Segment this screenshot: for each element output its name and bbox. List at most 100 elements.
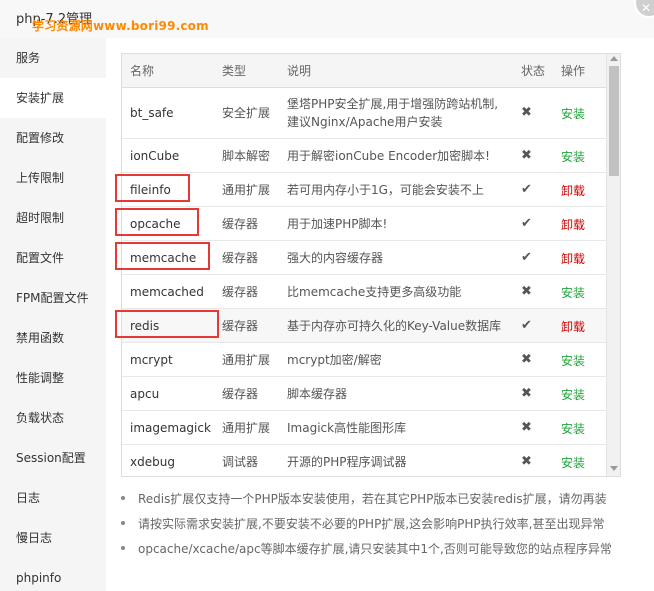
sidebar-item[interactable]: 慢日志: [0, 518, 106, 558]
extension-type: 缓存器: [222, 285, 259, 299]
table-row: memcache 缓存器 强大的内容缓存器 ✔ 卸载: [122, 241, 606, 275]
not-installed-x-icon: ✖: [521, 454, 532, 469]
sidebar-item[interactable]: Session配置: [0, 438, 106, 478]
extension-description: 用于解密ionCube Encoder加密脚本!: [287, 149, 490, 163]
watermark-text: 学习资源网www.bori99.com: [32, 19, 209, 33]
extension-description-line2: 建议Nginx/Apache用户安装: [287, 115, 443, 129]
extension-description: mcrypt加密/解密: [287, 353, 382, 367]
table-row: ionCube 脚本解密 用于解密ionCube Encoder加密脚本! ✖ 安装: [122, 139, 606, 173]
sidebar-item[interactable]: 超时限制: [0, 198, 106, 238]
header-action: 操作: [561, 64, 586, 78]
extension-type: 缓存器: [222, 251, 259, 265]
extension-name: memcached: [130, 285, 204, 299]
table-row: redis 缓存器 基于内存亦可持久化的Key-Value数据库 ✔ 卸载: [122, 309, 606, 343]
install-button[interactable]: 安装: [561, 386, 585, 403]
table-row: fileinfo 通用扩展 若可用内存小于1G，可能会安装不上 ✔ 卸载: [122, 173, 606, 207]
extension-type: 通用扩展: [222, 353, 271, 367]
sidebar-nav: 服务 安装扩展 配置修改 上传限制 超时限制 配置文件 FPM配置文件 禁用函数 性能调整 负载状…: [0, 38, 106, 591]
extension-description: 开源的PHP程序调试器: [287, 455, 407, 469]
extension-name: fileinfo: [130, 183, 171, 197]
not-installed-x-icon: ✖: [521, 105, 532, 120]
extension-type: 脚本解密: [222, 149, 271, 163]
extension-description: 用于加速PHP脚本!: [287, 217, 388, 231]
extension-type: 安全扩展: [222, 106, 271, 120]
extension-name: imagemagick: [130, 421, 211, 435]
table-row: imagemagick 通用扩展 Imagick高性能图形库 ✖ 安装: [122, 411, 606, 445]
sidebar-item[interactable]: 安装扩展: [0, 78, 106, 118]
note-text: opcache/xcache/apc等脚本缓存扩展,请只安装其中1个,否则可能导…: [138, 542, 612, 556]
extension-type: 缓存器: [222, 387, 259, 401]
header-name: 名称: [130, 64, 155, 78]
bullet-icon: [121, 521, 125, 525]
close-icon: ✕: [641, 1, 652, 15]
installed-check-icon: ✔: [521, 318, 532, 333]
scroll-up-arrow-icon[interactable]: [610, 56, 618, 61]
uninstall-button[interactable]: 卸载: [561, 216, 585, 233]
sidebar-item[interactable]: phpinfo: [0, 558, 106, 591]
extension-type: 调试器: [222, 455, 259, 469]
installed-check-icon: ✔: [521, 182, 532, 197]
extension-description: 若可用内存小于1G，可能会安装不上: [287, 183, 484, 197]
not-installed-x-icon: ✖: [521, 148, 532, 163]
header-desc: 说明: [287, 64, 312, 78]
table-row: bt_safe 安全扩展 堡塔PHP安全扩展,用于增强防跨站机制, 建议Nginx/A…: [122, 88, 606, 139]
uninstall-button[interactable]: 卸载: [561, 318, 585, 335]
table-row: opcache 缓存器 用于加速PHP脚本! ✔ 卸载: [122, 207, 606, 241]
extension-description: 脚本缓存器: [287, 387, 348, 401]
scroll-down-arrow-icon[interactable]: [610, 466, 618, 471]
uninstall-button[interactable]: 卸载: [561, 182, 585, 199]
extension-description: Imagick高性能图形库: [287, 421, 407, 435]
extensions-table: 名称 类型 说明 状态 操作 bt_safe 安全扩展 堡塔PHP安全扩展,用于增强…: [121, 53, 621, 477]
extension-description: 比memcache支持更多高级功能: [287, 285, 462, 299]
not-installed-x-icon: ✖: [521, 284, 532, 299]
sidebar-item[interactable]: 日志: [0, 478, 106, 518]
sidebar-item[interactable]: 配置修改: [0, 118, 106, 158]
install-button[interactable]: 安装: [561, 148, 585, 165]
sidebar-item[interactable]: 禁用函数: [0, 318, 106, 358]
extension-name: bt_safe: [130, 106, 174, 120]
extension-name: ionCube: [130, 149, 180, 163]
extension-type: 缓存器: [222, 217, 259, 231]
sidebar-item[interactable]: 上传限制: [0, 158, 106, 198]
install-button[interactable]: 安装: [561, 352, 585, 369]
extension-name: mcrypt: [130, 353, 173, 367]
extension-type: 缓存器: [222, 319, 259, 333]
installed-check-icon: ✔: [521, 216, 532, 231]
extension-name: memcache: [130, 251, 197, 265]
install-button[interactable]: 安装: [561, 284, 585, 301]
note-text: Redis扩展仅支持一个PHP版本安装使用，若在其它PHP版本已安装redis扩…: [138, 492, 607, 506]
extension-description: 强大的内容缓存器: [287, 251, 384, 265]
sidebar-item[interactable]: FPM配置文件: [0, 278, 106, 318]
sidebar-item[interactable]: 负载状态: [0, 398, 106, 438]
table-scrollbar[interactable]: [606, 54, 620, 476]
extension-name: apcu: [130, 387, 160, 401]
header-type: 类型: [222, 64, 247, 78]
sidebar-item[interactable]: 服务: [0, 38, 106, 78]
table-row: memcached 缓存器 比memcache支持更多高级功能 ✖ 安装: [122, 275, 606, 309]
scroll-thumb[interactable]: [609, 66, 619, 176]
extension-name: redis: [130, 319, 160, 333]
extension-description: 基于内存亦可持久化的Key-Value数据库: [287, 319, 502, 333]
install-button[interactable]: 安装: [561, 454, 585, 471]
table-header: 名称 类型 说明 状态 操作: [122, 54, 606, 88]
table-row: xdebug 调试器 开源的PHP程序调试器 ✖ 安装: [122, 445, 606, 476]
not-installed-x-icon: ✖: [521, 386, 532, 401]
extension-type: 通用扩展: [222, 183, 271, 197]
not-installed-x-icon: ✖: [521, 352, 532, 367]
not-installed-x-icon: ✖: [521, 420, 532, 435]
install-button[interactable]: 安装: [561, 420, 585, 437]
title-bar: php-7.2管理 学习资源网www.bori99.com ✕: [0, 0, 654, 38]
install-button[interactable]: 安装: [561, 105, 585, 122]
sidebar-item[interactable]: 性能调整: [0, 358, 106, 398]
uninstall-button[interactable]: 卸载: [561, 250, 585, 267]
close-button[interactable]: ✕: [634, 0, 654, 18]
sidebar-item[interactable]: 配置文件: [0, 238, 106, 278]
extension-type: 通用扩展: [222, 421, 271, 435]
bullet-icon: [121, 496, 125, 500]
installed-check-icon: ✔: [521, 250, 532, 265]
table-row: apcu 缓存器 脚本缓存器 ✖ 安装: [122, 377, 606, 411]
header-status: 状态: [521, 64, 546, 78]
bullet-icon: [121, 546, 125, 550]
extension-description: 堡塔PHP安全扩展,用于增强防跨站机制,: [287, 97, 499, 111]
note-text: 请按实际需求安装扩展,不要安装不必要的PHP扩展,这会影响PHP执行效率,甚至出…: [138, 517, 605, 531]
